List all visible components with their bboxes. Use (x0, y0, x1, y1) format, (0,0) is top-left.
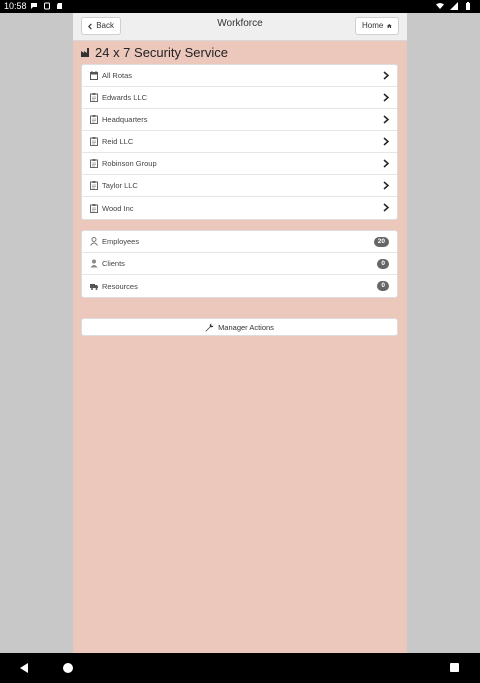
manager-actions-label: Manager Actions (218, 322, 274, 332)
clipboard-icon (90, 93, 98, 102)
nav-back-icon[interactable] (20, 663, 29, 673)
battery-icon (466, 2, 470, 10)
employees-count-badge: 20 (373, 237, 389, 247)
people-list: Employees 20 Clients 0 Resources 0 (81, 230, 398, 298)
calendar-icon (90, 71, 98, 80)
chevron-right-icon (383, 71, 389, 80)
wrench-icon (205, 323, 214, 331)
resources-count-badge: 0 (377, 281, 389, 291)
chevron-right-icon (383, 181, 389, 190)
rota-item-reid-llc[interactable]: Reid LLC (82, 131, 397, 153)
system-nav-bar (0, 653, 480, 683)
home-icon (387, 23, 392, 29)
rota-item-edwards-llc[interactable]: Edwards LLC (82, 87, 397, 109)
rota-item-all-rotas[interactable]: All Rotas (82, 65, 397, 87)
rota-label: Wood Inc (102, 203, 134, 213)
rota-item-taylor-llc[interactable]: Taylor LLC (82, 175, 397, 197)
employees-label: Employees (102, 237, 140, 246)
message-icon (31, 3, 37, 9)
clipboard-icon (90, 203, 98, 213)
signal-icon (450, 2, 458, 10)
chevron-right-icon (383, 93, 389, 102)
app-screen: Back Workforce Home 24 x 7 Security Serv… (73, 13, 407, 653)
page-title: 24 x 7 Security Service (95, 45, 228, 60)
status-bar: 10:58 (0, 0, 480, 13)
rota-label: Headquarters (102, 115, 148, 124)
status-time: 10:58 (4, 1, 27, 11)
nav-home-icon[interactable] (63, 663, 73, 673)
user-icon (90, 237, 98, 246)
wifi-icon (436, 3, 444, 9)
rota-item-headquarters[interactable]: Headquarters (82, 109, 397, 131)
chevron-right-icon (383, 115, 389, 124)
nav-recents-icon[interactable] (450, 663, 459, 672)
employees-item[interactable]: Employees 20 (82, 231, 397, 253)
clients-item[interactable]: Clients 0 (82, 253, 397, 275)
clipboard-icon (90, 159, 98, 168)
rota-label: Taylor LLC (102, 181, 138, 190)
rota-label: Edwards LLC (102, 93, 148, 102)
sd-card-icon (57, 3, 62, 9)
app-header: Back Workforce Home (73, 13, 407, 41)
clipboard-icon (90, 115, 98, 124)
rota-item-wood-inc[interactable]: Wood Inc (82, 197, 397, 219)
clients-label: Clients (102, 259, 125, 268)
clipboard-icon (90, 137, 98, 146)
rota-list: All Rotas Edwards LLC Headquarters Reid … (81, 64, 398, 220)
clipboard-icon (90, 181, 98, 190)
resources-label: Resources (102, 281, 138, 291)
chevron-right-icon (383, 203, 389, 212)
truck-icon (90, 283, 98, 290)
resources-item[interactable]: Resources 0 (82, 275, 397, 297)
page-title-row: 24 x 7 Security Service (81, 45, 228, 60)
home-label: Home (362, 21, 384, 30)
notification-icon (44, 2, 50, 10)
manager-actions-button[interactable]: Manager Actions (81, 318, 398, 336)
chevron-right-icon (383, 137, 389, 146)
chevron-right-icon (383, 159, 389, 168)
clients-count-badge: 0 (377, 259, 389, 269)
rota-item-robinson-group[interactable]: Robinson Group (82, 153, 397, 175)
client-icon (90, 259, 98, 268)
rota-label: Reid LLC (102, 137, 134, 146)
rota-label: All Rotas (102, 71, 133, 80)
home-button[interactable]: Home (355, 17, 399, 35)
factory-icon (81, 48, 89, 57)
rota-label: Robinson Group (102, 159, 157, 168)
